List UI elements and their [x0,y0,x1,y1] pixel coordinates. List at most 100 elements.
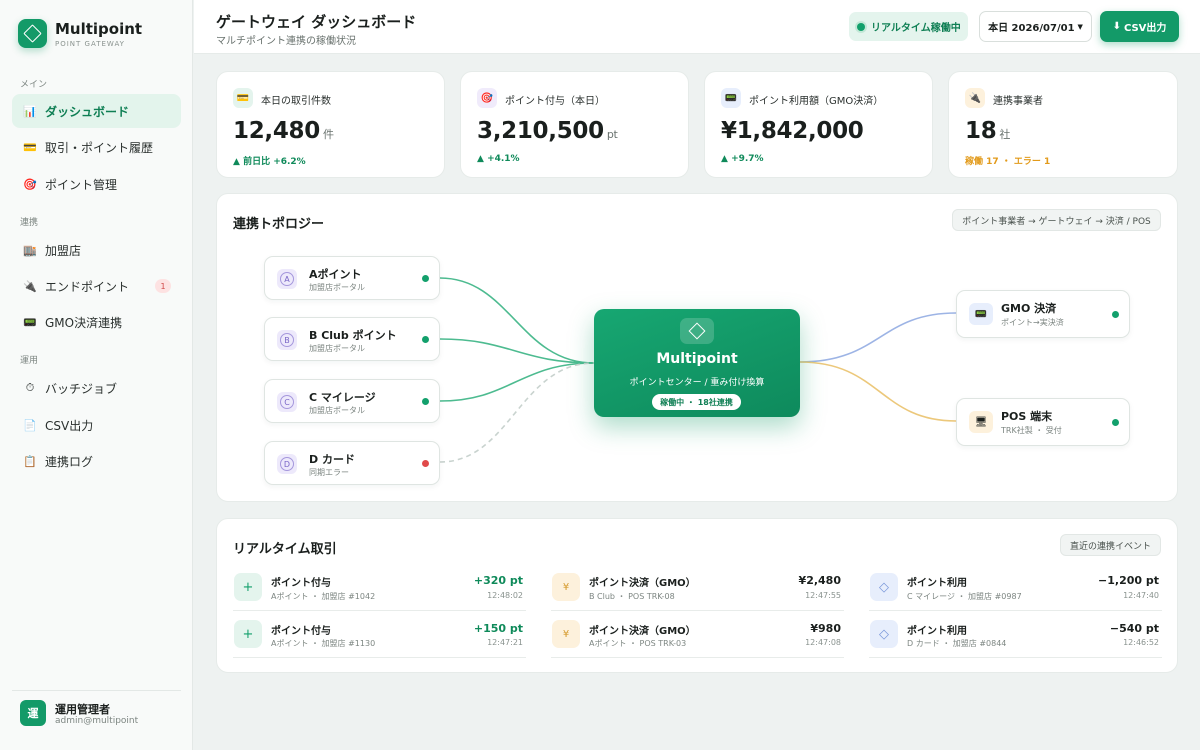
tx-time: 12:47:21 [487,638,523,647]
source-node-a[interactable]: A Aポイント 加盟店ポータル [264,256,440,300]
terminal-icon: 📟 [969,303,993,325]
row-divider [551,610,844,611]
tx-subtitle: C マイレージ ・ 加盟店 #0987 [907,592,1022,601]
gateway-hub-node[interactable]: Multipoint ポイントセンター / 重み付け換算 稼働中 ・ 18社連携 [594,309,800,417]
plus-icon: + [234,620,262,648]
node-name: D カード [309,453,355,466]
node-subtitle: TRK社製 ・ 受付 [1001,426,1062,435]
source-node-b[interactable]: B B Club ポイント 加盟店ポータル [264,317,440,361]
tx-amount: ¥980 [810,622,841,635]
tx-title: ポイント決済（GMO） [589,578,696,589]
sidebar-item-points[interactable]: 🎯 ポイント管理 [12,167,181,201]
status-dot-icon [422,275,429,282]
node-name: Aポイント [309,268,362,281]
sidebar-item-dashboard[interactable]: 📊 ダッシュボード [12,94,181,128]
live-status-badge: リアルタイム稼働中 [849,12,968,41]
node-subtitle: 加盟店ポータル [309,283,365,292]
source-node-c[interactable]: C C マイレージ 加盟店ポータル [264,379,440,423]
node-name: POS 端末 [1001,410,1053,423]
plug-icon: 🔌 [23,279,37,293]
tx-amount: ¥2,480 [798,574,841,587]
tx-title: ポイント利用 [907,578,967,589]
kpi-delta: ▲ +9.7% [721,154,764,164]
sidebar-item-logs[interactable]: 📋 連携ログ [12,444,181,478]
recent-events-pill[interactable]: 直近の連携イベント [1060,534,1161,556]
kpi-value: ¥1,842,000 [721,118,864,144]
csv-export-button[interactable]: ⬇ CSV出力 [1100,11,1179,42]
kpi-card-partners: 🔌 連携事業者 18 社 稼働 17 ・ エラー 1 [948,71,1178,178]
sidebar-item-csv[interactable]: 📄 CSV出力 [12,408,181,442]
kpi-delta: 稼働 17 ・ エラー 1 [965,157,1051,167]
plus-icon: + [234,573,262,601]
node-name: GMO 決済 [1001,302,1057,315]
sidebar-item-label: ポイント管理 [45,177,118,192]
page-title: ゲートウェイ ダッシュボード [216,13,417,31]
topology-title: 連携トポロジー [233,217,325,232]
date-select[interactable]: 本日 2026/07/01 ▼ [979,11,1092,42]
tx-time: 12:48:02 [487,591,523,600]
sidebar-item-label: 取引・ポイント履歴 [45,140,154,155]
sidebar: Multipoint POINT GATEWAY メイン 📊 ダッシュボード 💳… [0,0,193,750]
diamond-icon [23,24,42,43]
hub-status-pill: 稼働中 ・ 18社連携 [652,394,741,410]
sidebar-item-label: エンドポイント [45,279,130,294]
avatar[interactable]: 運 [20,700,46,726]
kpi-label: ポイント付与（本日） [505,96,605,107]
card-icon: 💳 [23,140,37,154]
row-divider [551,657,844,658]
kpi-card-transactions: 💳 本日の取引件数 12,480 件 ▲ 前日比 +6.2% [216,71,445,178]
nav-section-main: メイン [20,80,48,90]
kpi-value: 18 社 [965,118,1011,144]
sidebar-item-label: 連携ログ [45,454,94,469]
tx-title: ポイント付与 [271,578,331,589]
plug-icon: 🔌 [965,88,985,108]
source-node-d[interactable]: D D カード 同期エラー [264,441,440,485]
tx-time: 12:47:40 [1123,591,1159,600]
topology-flow-pill: ポイント事業者 → ゲートウェイ → 決済 / POS [952,209,1161,231]
kpi-label: ポイント利用額（GMO決済） [749,96,884,107]
sidebar-item-merchants[interactable]: 🏬 加盟店 [12,233,181,267]
download-icon: ⬇ [1112,21,1121,32]
sidebar-item-label: CSV出力 [45,418,94,433]
node-subtitle: 加盟店ポータル [309,406,365,415]
target-icon: 🎯 [23,177,37,191]
dest-node-pos[interactable]: 🖥 POS 端末 TRK社製 ・ 受付 [956,398,1130,446]
chevron-down-icon: ▼ [1077,22,1083,31]
brand-subtitle: POINT GATEWAY [55,40,125,48]
csv-export-label: CSV出力 [1123,23,1167,34]
sidebar-item-gmo[interactable]: 📟 GMO決済連携 [12,305,181,339]
nav-section-ops: 運用 [20,356,39,366]
kpi-card-points-used: 📟 ポイント利用額（GMO決済） ¥1,842,000 ▲ +9.7% [704,71,933,178]
letter-c-icon: C [277,392,297,412]
pos-icon: 🖥 [969,411,993,433]
kpi-label: 連携事業者 [993,96,1043,107]
status-dot-icon [1112,311,1119,318]
status-dot-icon [1112,419,1119,426]
status-dot-icon [422,336,429,343]
sidebar-item-endpoints[interactable]: 🔌 エンドポイント 1 [12,269,181,303]
card-icon: 💳 [233,88,253,108]
hub-subtitle: ポイントセンター / 重み付け換算 [629,378,765,388]
live-status-label: リアルタイム稼働中 [871,23,961,34]
sidebar-divider [12,690,181,691]
diamond-icon: ◇ [870,620,898,648]
letter-d-icon: D [277,454,297,474]
dest-node-gmo[interactable]: 📟 GMO 決済 ポイント→実決済 [956,290,1130,338]
tx-amount: +150 pt [473,622,523,635]
status-dot-icon [422,398,429,405]
tx-title: ポイント決済（GMO） [589,626,696,637]
diamond-icon: ◇ [870,573,898,601]
brand-name: Multipoint [55,20,143,38]
sidebar-item-history[interactable]: 💳 取引・ポイント履歴 [12,130,181,164]
clock-icon: ⏱ [25,381,35,394]
date-select-value: 本日 2026/07/01 [988,23,1075,34]
tx-time: 12:46:52 [1123,638,1159,647]
kpi-card-points-granted: 🎯 ポイント付与（本日） 3,210,500 pt ▲ +4.1% [460,71,689,178]
yen-icon: ¥ [552,573,580,601]
sidebar-item-batch[interactable]: ⏱ バッチジョブ [12,371,181,405]
tx-time: 12:47:08 [805,638,841,647]
tx-subtitle: Aポイント ・ 加盟店 #1130 [271,639,376,648]
letter-b-icon: B [277,330,297,350]
row-divider [869,657,1162,658]
brand-logo[interactable] [18,19,47,48]
